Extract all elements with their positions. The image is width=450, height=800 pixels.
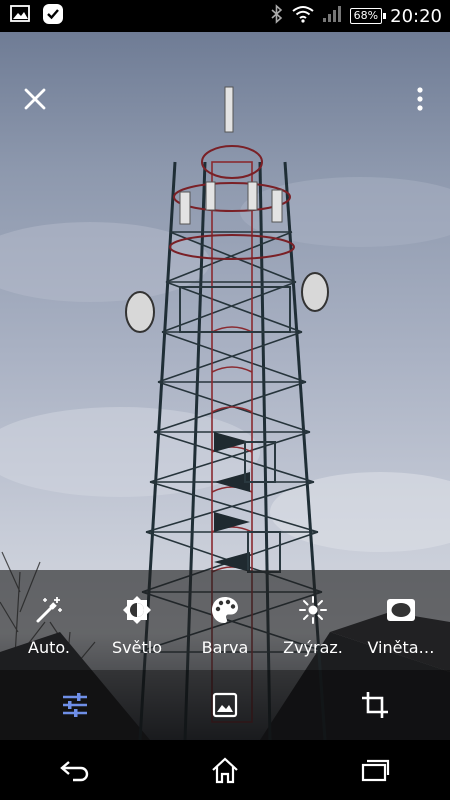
tool-color-label: Barva [201,638,249,657]
tool-light-label: Světlo [112,638,162,657]
home-icon [212,757,238,784]
system-nav-bar [0,740,450,800]
vignette-icon [387,599,415,621]
home-button[interactable] [195,745,255,795]
close-icon [24,88,46,110]
tool-auto-label: Auto. [28,638,70,657]
tool-highlight[interactable]: Zvýraz. [270,570,356,670]
close-button[interactable] [20,84,50,114]
more-vert-icon [417,87,423,111]
palette-icon [212,597,238,623]
recents-icon [361,759,390,782]
tool-vignette[interactable]: Viněta… [358,570,444,670]
checkmark-app-icon [42,3,64,29]
gallery-notification-icon [10,4,32,28]
crop-icon [362,692,388,718]
bluetooth-icon [270,4,284,28]
tab-crop[interactable] [345,675,405,735]
recents-button[interactable] [345,745,405,795]
back-button[interactable] [45,745,105,795]
edit-mode-tabs [0,670,450,740]
adjust-tools-bar: Auto. Světlo Barva Zvýraz. Viněta… [0,570,450,670]
tool-color[interactable]: Barva [182,570,268,670]
more-options-button[interactable] [408,84,432,114]
highlight-icon [299,596,327,624]
battery-icon: 68% [349,8,387,24]
tool-highlight-label: Zvýraz. [283,638,343,657]
tool-light[interactable]: Světlo [94,570,180,670]
auto-fix-icon [36,597,62,623]
back-icon [60,761,89,782]
tool-vignette-label: Viněta… [367,638,435,657]
filters-image-icon [212,692,238,718]
tool-auto[interactable]: Auto. [6,570,92,670]
adjust-sliders-icon [63,693,87,717]
wifi-icon [292,5,314,27]
tab-adjust[interactable] [45,675,105,735]
status-bar: 68% 20:20 [0,0,450,32]
tab-filters[interactable] [195,675,255,735]
signal-icon [322,5,342,27]
clock: 20:20 [390,5,442,27]
brightness-icon [123,596,151,624]
